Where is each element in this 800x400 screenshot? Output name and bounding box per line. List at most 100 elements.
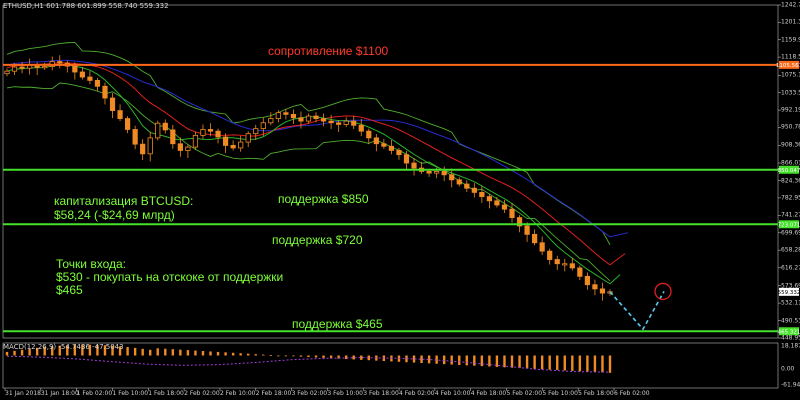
- candle-body: [456, 179, 462, 185]
- candle-body: [494, 200, 500, 206]
- target-circle: [654, 282, 672, 301]
- main-frame: [2, 4, 779, 339]
- candle-body: [351, 120, 357, 126]
- macd-hist-bar: [344, 355, 348, 360]
- level-price-label: 723.071: [778, 222, 800, 228]
- candle-body: [569, 263, 575, 269]
- macd-hist-bar: [563, 355, 566, 371]
- candle-body: [358, 124, 364, 132]
- macd-hist-bar: [231, 352, 235, 356]
- macd-hist-bar: [141, 348, 144, 356]
- price-tick-label: 741.27: [781, 211, 800, 219]
- macd-hist-bar: [262, 354, 265, 356]
- candle-body: [403, 154, 410, 164]
- macd-hist-bar: [216, 351, 220, 356]
- macd-tick-label: -61.9418: [781, 381, 800, 389]
- macd-hist-bar: [269, 355, 273, 356]
- candle-body: [547, 250, 553, 260]
- macd-hist-bar: [13, 350, 16, 356]
- candle-body: [11, 66, 18, 72]
- chart-window: 1105.561 850.047 723.071 465.321 559.332 ETH…: [0, 0, 800, 400]
- price-tick-label: 448.95: [781, 334, 800, 342]
- candle-body: [57, 61, 63, 64]
- macd-hist-bar: [608, 355, 612, 373]
- candle-body: [584, 275, 590, 286]
- candle-body: [4, 70, 10, 75]
- price-tick-label: 992.19: [781, 106, 800, 114]
- candle-body: [155, 122, 161, 139]
- time-tick-label: 4 Feb 10:00: [434, 390, 471, 397]
- macd-hist-bar: [442, 355, 446, 365]
- candle-body: [592, 284, 598, 290]
- time-tick-label: 1 Feb 02:00: [76, 390, 113, 397]
- macd-hist-bar: [171, 349, 175, 356]
- macd-hist-bar: [578, 355, 582, 372]
- macd-hist-bar: [473, 355, 476, 366]
- macd-hist-bar: [179, 349, 182, 356]
- symbol-header: ETHUSD,H1 601.788 601.899 558.740 559.33…: [3, 2, 169, 10]
- candle-body: [426, 171, 432, 174]
- macd-hist-bar: [593, 355, 597, 373]
- candle-body: [185, 146, 191, 151]
- macd-hist-bar: [186, 350, 190, 356]
- candle-body: [509, 208, 515, 218]
- candle-body: [532, 233, 538, 244]
- candle-body: [501, 204, 508, 210]
- price-tick-label: 908.36: [781, 141, 800, 149]
- candle-body: [275, 112, 281, 119]
- candle-body: [140, 143, 146, 155]
- macd-hist-bar: [548, 355, 551, 370]
- candle-body: [192, 134, 199, 148]
- time-tick-label: 3 Feb 10:00: [327, 390, 363, 397]
- entry-point-530: $530 - покупать на отскоке от поддержки: [56, 270, 284, 284]
- macd-hist-bar: [586, 355, 589, 372]
- macd-hist-bar: [322, 355, 325, 358]
- macd-hist-bar: [571, 355, 574, 371]
- macd-hist-bar: [292, 355, 295, 357]
- price-tick-label: 782.95: [781, 194, 800, 202]
- price-tick-label: 1159.93: [781, 36, 800, 44]
- candle-body: [577, 267, 583, 277]
- macd-hist-bar: [277, 355, 280, 357]
- price-tick-label: 824.36: [781, 177, 800, 184]
- macd-hist-bar: [556, 355, 559, 371]
- macd-hist-bar: [224, 352, 227, 356]
- candle-body: [449, 174, 455, 181]
- level-price-label: 850.047: [778, 168, 800, 174]
- level-price-label: 1105.561: [776, 63, 800, 69]
- candle-body: [147, 137, 153, 155]
- bollinger-lower-line: [6, 82, 611, 282]
- last-price-label: 559.332: [778, 290, 800, 296]
- time-tick-label: 6 Feb 02:00: [614, 390, 650, 397]
- time-tick-label: 31 Jan 18:00: [40, 390, 79, 397]
- time-tick-label: 5 Feb 10:00: [542, 390, 578, 397]
- candle-body: [373, 137, 379, 145]
- macd-hist-bar: [149, 349, 152, 356]
- macd-hist-bar: [284, 355, 288, 357]
- time-tick-label: 3 Feb 18:00: [363, 390, 399, 397]
- macd-hist-bar: [194, 350, 197, 356]
- candle-body: [102, 85, 108, 99]
- candle-body: [109, 97, 116, 112]
- support-720-label: поддержка $720: [272, 233, 363, 247]
- candle-body: [298, 117, 304, 122]
- macd-hist-bar: [201, 351, 205, 356]
- macd-hist-bar: [458, 355, 461, 365]
- candle-body: [238, 141, 244, 149]
- macd-tick-label: 0.00: [781, 365, 795, 372]
- price-tick-label: 1033.59: [781, 89, 800, 97]
- price-tick-label: 1075.11: [781, 71, 800, 79]
- macd-hist-bar: [540, 355, 544, 370]
- macd-hist-bar: [314, 355, 318, 358]
- candle-body: [441, 171, 447, 176]
- macd-hist-bar: [420, 355, 423, 363]
- candle-body: [268, 118, 274, 124]
- price-tick-label: 1118.52: [781, 53, 800, 61]
- candle-body: [79, 71, 85, 78]
- macd-hist-bar: [510, 355, 514, 368]
- candle-body: [94, 80, 101, 87]
- candle-body: [562, 263, 568, 266]
- candle-body: [222, 136, 229, 146]
- candle-body: [396, 150, 402, 156]
- candle-body: [411, 162, 417, 169]
